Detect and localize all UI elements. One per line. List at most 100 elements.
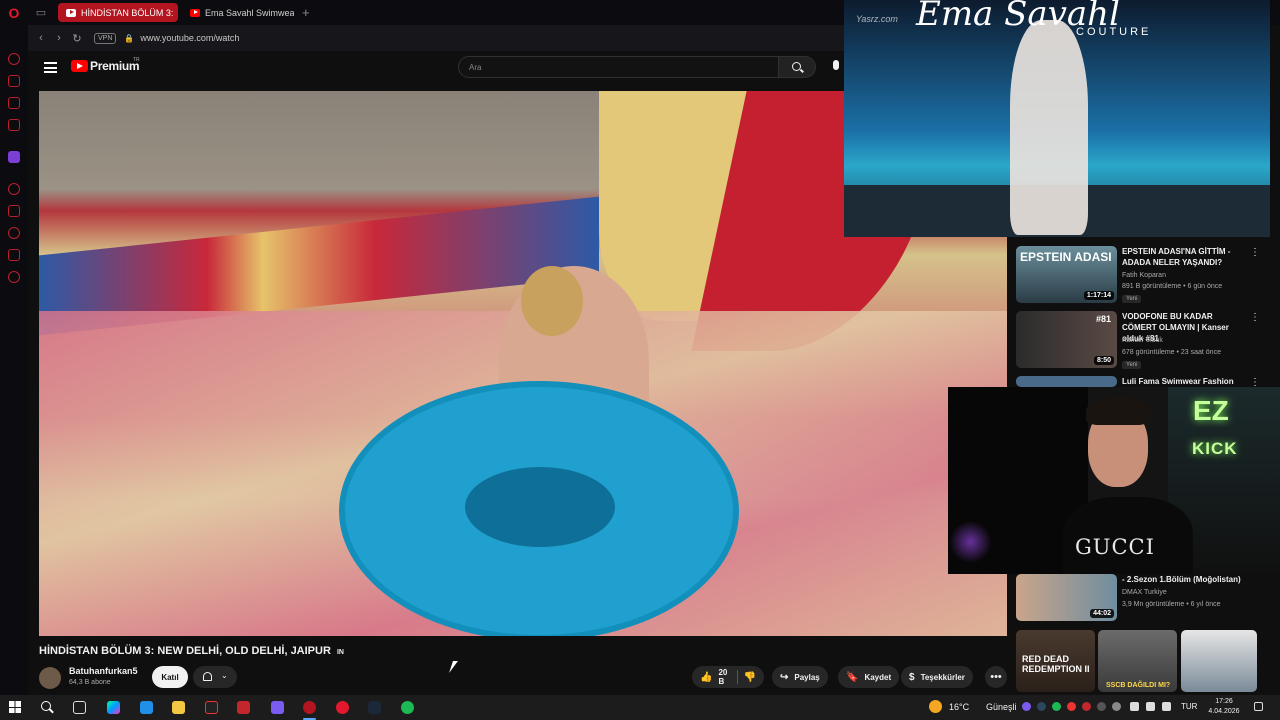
bag-icon[interactable] [8,75,20,87]
recommended-thumbnail[interactable]: SSCB DAĞILDI MI? [1098,630,1177,692]
like-count[interactable]: 20 B [718,668,727,686]
channel-name[interactable]: Kanser olduk [1122,337,1163,344]
video-thumbnail[interactable]: 44:02 [1016,574,1117,621]
channel-avatar[interactable] [39,667,61,689]
copilot-icon[interactable] [107,701,120,714]
file-explorer-icon[interactable] [172,701,185,714]
share-button[interactable]: ↪ Paylaş [772,666,828,688]
network-icon[interactable] [1146,702,1155,711]
more-options-icon[interactable]: ⋮ [1250,247,1260,258]
search-input[interactable]: Ara [458,56,779,78]
tray-discord-icon[interactable] [1022,702,1031,711]
play-icon[interactable] [8,183,20,195]
notification-button[interactable]: ⌄ [193,666,237,688]
microphone-icon[interactable] [833,60,839,70]
thanks-icon: $ [909,671,915,683]
clock[interactable]: 17:26 4.04.2026 [1205,697,1243,717]
edge-icon[interactable] [140,701,153,714]
notification-icon[interactable] [1254,702,1263,711]
video-meta: 3,9 Mn görüntüleme • 6 yıl önce [1122,601,1221,608]
tray-app-icon[interactable] [1112,702,1121,711]
youtube-header: Premium TR Ara [28,51,844,89]
url-field[interactable]: www.youtube.com/watch [140,33,239,43]
opera-icon[interactable] [336,701,349,714]
search-button[interactable] [779,56,816,78]
volume-icon[interactable] [1162,702,1171,711]
tray-app-icon[interactable] [1082,702,1091,711]
tab-ema-savahl[interactable]: Ema Savahl Swimwear Fa [182,3,294,22]
recommended-thumbnail[interactable]: RED DEAD REDEMPTION II [1016,630,1095,692]
video-thumbnail[interactable]: EPSTEIN ADASI 1:17:14 [1016,246,1117,303]
related-video[interactable]: 44:02 - 2.Sezon 1.Bölüm (Moğolistan) DMA… [1016,574,1266,634]
mail-icon[interactable] [8,97,20,109]
search-icon[interactable] [41,701,51,711]
more-options-icon[interactable]: ⋮ [1250,312,1260,323]
inflatable-tube [339,381,739,636]
channel-name[interactable]: DMAX Turkiye [1122,589,1167,596]
video-title[interactable]: EPSTEIN ADASI'NA GİTTİM - ADADA NELER YA… [1122,246,1247,268]
weather-condition[interactable]: Güneşli [986,702,1017,712]
language-indicator[interactable]: TUR [1181,702,1197,711]
spotify-icon[interactable] [401,701,414,714]
video-thumbnail[interactable] [1016,376,1117,387]
save-label: Kaydet [864,672,892,682]
forward-icon[interactable]: › [50,32,68,44]
video-thumbnail[interactable]: #81 8:50 [1016,311,1117,368]
tray-spotify-icon[interactable] [1052,702,1061,711]
youtube-logo-icon[interactable] [71,60,88,72]
menu-icon[interactable] [44,62,57,73]
new-badge: Yeni [1122,295,1142,303]
new-tab-button[interactable]: + [302,5,310,20]
like-icon[interactable]: 👍 [700,672,712,683]
channel-name[interactable]: Fatih Koparan [1122,272,1166,279]
related-video[interactable]: Luli Fama Swimwear Fashion ⋮ [1016,376,1266,388]
join-button[interactable]: Katıl [152,666,188,688]
discord-icon[interactable] [271,701,284,714]
messenger-icon[interactable] [8,53,20,65]
obs-icon[interactable] [205,701,218,714]
more-actions-button[interactable]: ••• [985,666,1007,688]
video-title: HİNDİSTAN BÖLÜM 3: NEW DELHİ, OLD DELHİ,… [39,645,344,657]
tab-hindistan[interactable]: HİNDİSTAN BÖLÜM 3: [58,3,178,22]
cube-icon[interactable] [8,205,20,217]
settings-icon[interactable] [8,271,20,283]
recommended-thumbnail[interactable] [1181,630,1257,692]
steam-icon[interactable] [368,701,381,714]
opera-logo-icon[interactable]: O [0,0,28,25]
youtube-brand[interactable]: Premium [90,59,140,73]
duration-badge: 8:50 [1093,356,1114,365]
video-title[interactable]: - 2.Sezon 1.Bölüm (Moğolistan) [1122,574,1247,585]
dislike-icon[interactable]: 👎 [744,672,756,683]
temperature[interactable]: 16°C [949,702,969,712]
related-video[interactable]: EPSTEIN ADASI 1:17:14 EPSTEIN ADASI'NA G… [1016,246,1266,306]
reload-icon[interactable]: ↻ [68,32,86,45]
tray-app-icon[interactable] [1097,702,1106,711]
tab-overview-icon[interactable]: ▭ [28,0,54,25]
lock-icon: 🔒 [124,33,135,43]
channel-name[interactable]: Batuhanfurkan5 [69,666,138,676]
vpn-badge[interactable]: VPN [94,32,117,44]
opera-gx-icon[interactable] [303,701,316,714]
youtube-favicon-icon [66,8,76,17]
video-title[interactable]: Luli Fama Swimwear Fashion [1122,376,1247,387]
save-button[interactable]: 🔖 Kaydet [838,666,900,688]
twitch-icon[interactable] [8,151,20,163]
history-icon[interactable] [8,227,20,239]
weather-icon[interactable] [929,700,942,713]
related-video[interactable]: #81 8:50 VODOFONE BU KADAR CÖMERT OLMAYI… [1016,311,1266,371]
tray-steam-icon[interactable] [1037,702,1046,711]
back-icon[interactable]: ‹ [32,32,50,44]
microphone-icon[interactable] [1130,702,1139,711]
thanks-button[interactable]: $ Teşekkürler [901,666,973,688]
task-view-icon[interactable] [73,701,86,714]
overlay-fashion-video: Yasrz.com Ema Savahl COUTURE [844,0,1270,237]
person-head [521,266,583,336]
app-icon[interactable] [237,701,250,714]
tray-app-icon[interactable] [1067,702,1076,711]
model-figure [1010,20,1088,235]
neon-sign-kick: KICK [1192,439,1238,458]
windows-start-icon[interactable] [9,701,21,713]
box-icon[interactable] [8,249,20,261]
m-icon[interactable] [8,119,20,131]
search-icon [792,62,801,71]
